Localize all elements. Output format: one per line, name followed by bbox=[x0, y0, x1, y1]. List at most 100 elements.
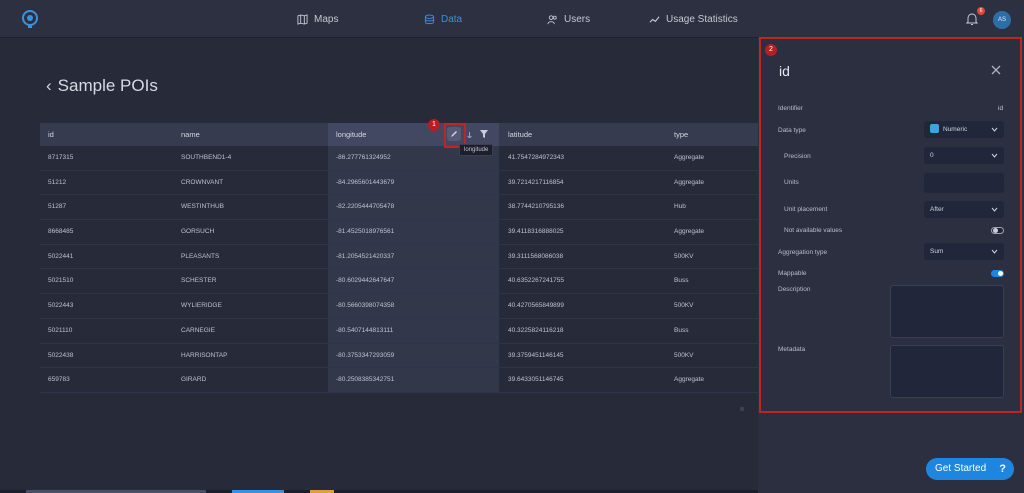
scroll-indicator[interactable] bbox=[740, 407, 744, 411]
cell-type: Buss bbox=[674, 277, 689, 285]
close-icon[interactable] bbox=[990, 64, 1002, 76]
avatar[interactable]: AS bbox=[993, 11, 1011, 29]
metadata-label: Metadata bbox=[778, 346, 806, 353]
cell-type: Aggregate bbox=[674, 178, 704, 186]
cell-longitude: -80.2508385342751 bbox=[336, 376, 395, 384]
not-available-label: Not available values bbox=[784, 227, 843, 234]
table-row[interactable]: 5022441 PLEASANTS -81.2054521420337 39.3111… bbox=[40, 245, 758, 270]
nav-maps[interactable]: Maps bbox=[297, 0, 338, 38]
cell-latitude: 39.4118316888025 bbox=[508, 228, 564, 236]
table-row[interactable]: 659783 GIRARD -80.2508385342751 39.64330511… bbox=[40, 368, 758, 393]
precision-select[interactable]: 0 bbox=[924, 147, 1004, 164]
mappable-toggle[interactable] bbox=[991, 270, 1004, 277]
notification-badge: 6 bbox=[977, 7, 985, 15]
annotation-marker-1: 1 bbox=[428, 119, 440, 131]
mappable-label: Mappable bbox=[778, 270, 807, 277]
back-button[interactable]: ‹ bbox=[46, 76, 52, 96]
precision-label: Precision bbox=[784, 153, 811, 160]
table-row[interactable]: 5022443 WYLIERIDGE -80.5660398074358 40.427… bbox=[40, 294, 758, 319]
nav-users[interactable]: Users bbox=[547, 0, 590, 38]
table-row[interactable]: 5022438 HARRISONTAP -80.3753347293059 39.37… bbox=[40, 344, 758, 369]
cell-type: Buss bbox=[674, 326, 689, 334]
help-icon: ? bbox=[999, 463, 1006, 475]
aggregation-select[interactable]: Sum bbox=[924, 243, 1004, 260]
cell-longitude: -82.2205444705478 bbox=[336, 203, 395, 211]
app-logo-icon[interactable] bbox=[20, 9, 40, 29]
cell-name: CROWNVANT bbox=[181, 178, 224, 186]
cell-type: Hub bbox=[674, 203, 686, 211]
nav-data-label: Data bbox=[441, 13, 463, 25]
cell-longitude: -80.5407144813111 bbox=[336, 326, 394, 334]
cell-latitude: 39.6433051146745 bbox=[508, 376, 564, 384]
cell-longitude: -80.5660398074358 bbox=[336, 302, 395, 310]
cell-latitude: 41.7547284972343 bbox=[508, 154, 565, 161]
nav-data[interactable]: Data bbox=[424, 0, 462, 38]
filter-icon[interactable] bbox=[480, 130, 488, 138]
unit-placement-label: Unit placement bbox=[784, 206, 828, 213]
cell-id: 5021110 bbox=[48, 326, 73, 334]
cell-type: 500KV bbox=[674, 252, 694, 260]
trend-icon bbox=[649, 15, 660, 23]
cell-latitude: 39.3111568086038 bbox=[508, 252, 564, 260]
data-type-label: Data type bbox=[778, 127, 806, 134]
aggregation-label: Aggregation type bbox=[778, 249, 828, 256]
column-header-name[interactable]: name bbox=[181, 123, 200, 146]
table-row[interactable]: 8668485 GORSUCH -81.4525018976561 39.411831… bbox=[40, 220, 758, 245]
unit-placement-select[interactable]: After bbox=[924, 201, 1004, 218]
table-row[interactable]: 5021510 SCHESTER -80.6029442647647 40.63522… bbox=[40, 269, 758, 295]
cell-id: 5022438 bbox=[48, 351, 74, 359]
data-type-select[interactable]: Numeric bbox=[924, 121, 1004, 138]
column-header-latitude[interactable]: latitude bbox=[508, 123, 532, 146]
cell-longitude: -84.2965601443679 bbox=[336, 178, 395, 186]
nav-usage-statistics[interactable]: Usage Statistics bbox=[649, 0, 738, 38]
cell-type: Aggregate bbox=[674, 154, 704, 161]
annotation-marker-2: 2 bbox=[765, 44, 777, 56]
cell-latitude: 40.6352267241755 bbox=[508, 277, 565, 285]
chevron-down-icon bbox=[991, 249, 998, 254]
cell-type: Aggregate bbox=[674, 228, 704, 236]
chevron-down-icon bbox=[991, 127, 998, 132]
cell-name: CARNEGIE bbox=[181, 326, 215, 334]
cell-longitude: -80.3753347293059 bbox=[336, 351, 395, 359]
cell-name: GORSUCH bbox=[181, 228, 215, 236]
get-started-button[interactable]: Get Started ? bbox=[926, 458, 1014, 480]
chevron-down-icon bbox=[991, 207, 998, 212]
aggregation-value: Sum bbox=[930, 248, 944, 255]
data-type-value: Numeric bbox=[943, 126, 968, 133]
sort-icon[interactable] bbox=[467, 132, 472, 138]
panel-title: id bbox=[779, 63, 790, 79]
cell-id: 5022441 bbox=[48, 252, 74, 260]
toggle-knob bbox=[998, 271, 1003, 276]
page-title-text: Sample POIs bbox=[57, 76, 158, 95]
cell-longitude: -86.277761324952 bbox=[336, 154, 391, 161]
cell-latitude: 39.3759451146145 bbox=[508, 351, 564, 359]
column-header-id[interactable]: id bbox=[48, 123, 54, 146]
cell-latitude: 38.7744210795136 bbox=[508, 203, 565, 211]
cell-latitude: 39.7214217116854 bbox=[508, 178, 564, 186]
cell-type: 500KV bbox=[674, 302, 694, 310]
cell-name: SCHESTER bbox=[181, 277, 217, 285]
column-header-type[interactable]: type bbox=[674, 123, 688, 146]
unit-placement-value: After bbox=[930, 206, 944, 213]
table-row[interactable]: 8717315 SOUTHBEND1-4 -86.277761324952 41.75… bbox=[40, 146, 758, 171]
cell-type: Aggregate bbox=[674, 376, 704, 384]
table-row[interactable]: 51287 WESTINTHUB -82.2205444705478 38.77442… bbox=[40, 195, 758, 221]
cell-id: 51212 bbox=[48, 178, 67, 186]
cell-id: 51287 bbox=[48, 203, 67, 211]
cell-longitude: -80.6029442647647 bbox=[336, 277, 395, 285]
bell-icon[interactable] bbox=[966, 12, 978, 26]
description-textarea[interactable] bbox=[890, 285, 1004, 338]
cell-id: 5022443 bbox=[48, 302, 74, 310]
column-tooltip: longitude bbox=[459, 144, 494, 156]
cell-longitude: -81.4525018976561 bbox=[336, 228, 395, 236]
cell-name: GIRARD bbox=[181, 376, 207, 384]
map-icon bbox=[297, 13, 308, 25]
column-header-longitude[interactable]: longitude bbox=[336, 123, 366, 146]
table-row[interactable]: 51212 CROWNVANT -84.2965601443679 39.721421… bbox=[40, 171, 758, 196]
numeric-type-icon bbox=[930, 123, 939, 133]
metadata-textarea[interactable] bbox=[890, 345, 1004, 398]
table-row[interactable]: 5021110 CARNEGIE -80.5407144813111 40.32258… bbox=[40, 319, 758, 344]
not-available-toggle[interactable] bbox=[991, 227, 1004, 234]
units-input[interactable] bbox=[924, 173, 1004, 193]
cell-name: WYLIERIDGE bbox=[181, 302, 222, 310]
